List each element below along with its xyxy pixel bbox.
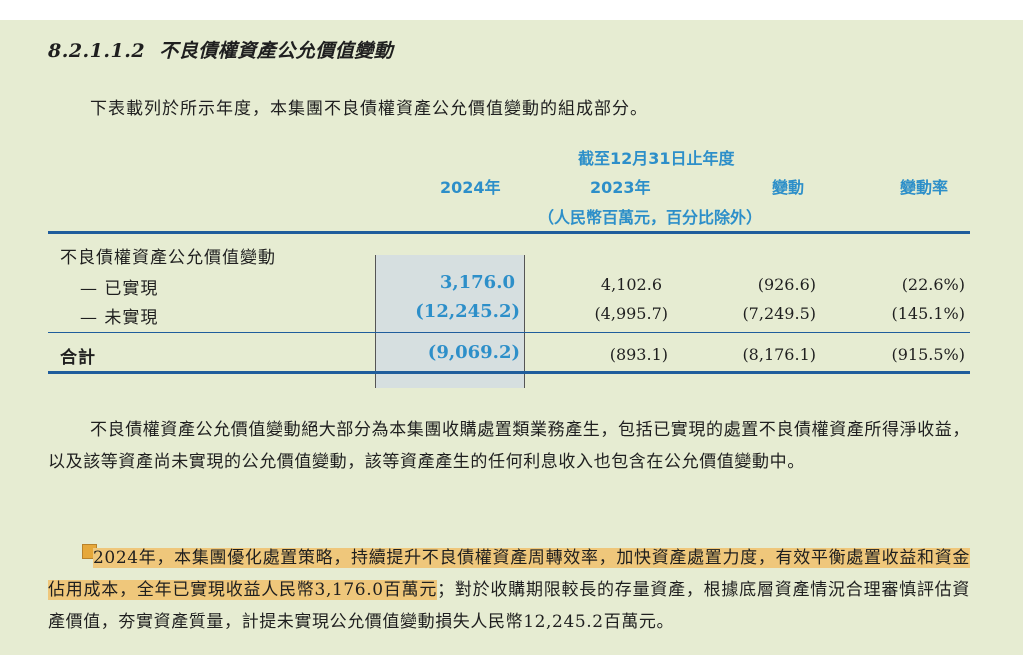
cell-realized-rate: (22.6%) <box>901 275 965 294</box>
col-change-header: 變動 <box>772 178 805 197</box>
cell-unrealized-2024: (12,245.2) <box>415 301 520 322</box>
cell-realized-change: (926.6) <box>757 275 816 294</box>
paragraph-fair-value-text: 不良債權資產公允價值變動絕大部分為本集團收購處置類業務產生，包括已實現的處置不良… <box>48 420 970 472</box>
total-separator <box>48 332 970 333</box>
row-label-unrealized: — 未實現 <box>80 308 159 328</box>
section-title: 不良債權資產公允價值變動 <box>159 40 394 62</box>
table-top-rule <box>48 231 970 234</box>
cell-unrealized-2023: (4,995.7) <box>594 304 668 323</box>
table-bottom-rule <box>48 371 970 374</box>
cell-total-2023: (893.1) <box>609 345 668 364</box>
section-number: 8.2.1.1.2 <box>48 40 146 62</box>
section-heading: 8.2.1.1.2 不良債權資產公允價值變動 <box>48 36 393 63</box>
paragraph-disposal: 2024年，本集團優化處置策略，持續提升不良債權資產周轉效率，加快資產處置力度，… <box>48 542 970 638</box>
period-header: 截至12月31日止年度 <box>578 149 735 168</box>
col-rate-header: 變動率 <box>900 178 949 197</box>
cell-realized-2023: 4,102.6 <box>600 275 662 294</box>
section-label: 不良債權資產公允價值變動 <box>60 248 276 268</box>
cell-total-2024: (9,069.2) <box>427 342 520 363</box>
cell-total-change: (8,176.1) <box>742 345 816 364</box>
report-page: 8.2.1.1.2 不良債權資產公允價值變動 下表載列於所示年度，本集團不良債權… <box>0 20 1023 655</box>
cell-total-rate: (915.5%) <box>891 345 966 364</box>
cell-unrealized-rate: (145.1%) <box>891 304 966 323</box>
row-label-realized: — 已實現 <box>80 279 159 299</box>
unit-note: （人民幣百萬元，百分比除外） <box>538 208 763 227</box>
intro-text: 下表載列於所示年度，本集團不良債權資產公允價值變動的組成部分。 <box>90 99 648 119</box>
paragraph-fair-value: 不良債權資產公允價值變動絕大部分為本集團收購處置類業務產生，包括已實現的處置不良… <box>48 414 970 478</box>
col-2023-header: 2023年 <box>590 178 651 197</box>
total-label: 合計 <box>60 348 96 368</box>
cell-realized-2024: 3,176.0 <box>439 272 515 293</box>
cell-unrealized-change: (7,249.5) <box>742 304 816 323</box>
col-2024-header: 2024年 <box>440 178 501 197</box>
